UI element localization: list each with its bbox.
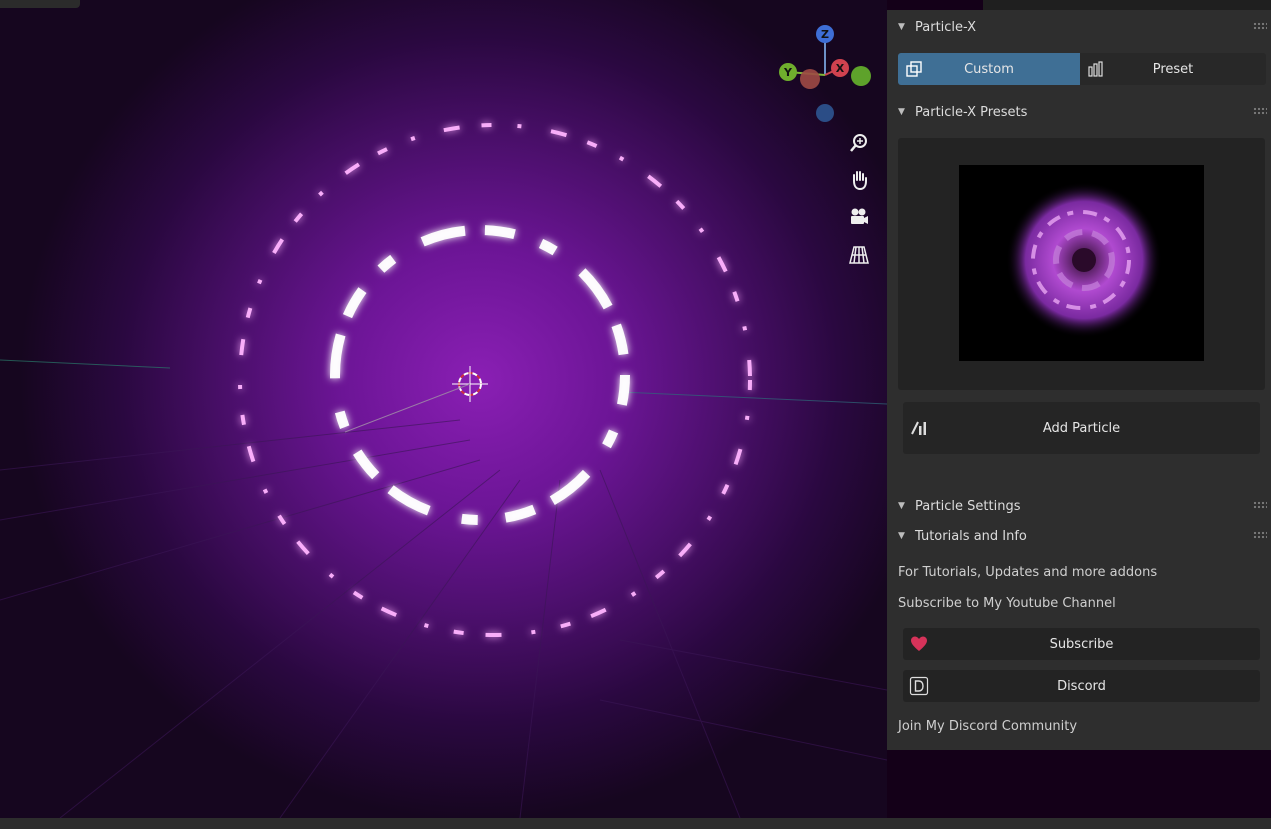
tab-preset[interactable]: Preset xyxy=(1080,53,1266,85)
inner-particle-ring xyxy=(330,225,630,525)
viewport-header-left xyxy=(0,0,80,8)
panel-header-tutorials[interactable]: ▼ Tutorials and Info xyxy=(887,522,1271,550)
gizmo-y-label: Y xyxy=(783,66,793,79)
subscribe-button[interactable]: Subscribe xyxy=(903,628,1260,660)
custom-icon xyxy=(904,59,924,79)
zoom-tool-button[interactable] xyxy=(846,130,872,156)
viewport-header-right xyxy=(983,0,1271,10)
navigation-gizmo[interactable]: Z Y X xyxy=(770,20,880,130)
tab-preset-label: Preset xyxy=(1152,61,1194,77)
viewport-scene xyxy=(0,123,887,818)
heart-icon xyxy=(909,634,929,654)
camera-view-button[interactable] xyxy=(846,204,872,230)
gizmo-z-label: Z xyxy=(821,28,829,41)
tab-custom-label: Custom xyxy=(964,61,1014,77)
panel-title: Particle-X xyxy=(915,19,976,35)
panel-header-particle-settings[interactable]: ▼ Particle Settings xyxy=(887,492,1271,520)
tutorials-info-text: For Tutorials, Updates and more addons xyxy=(898,565,1158,580)
panel-title: Tutorials and Info xyxy=(915,528,1027,544)
collapse-arrow-icon: ▼ xyxy=(898,531,905,541)
hand-icon xyxy=(853,171,867,191)
drag-grip-icon[interactable] xyxy=(1253,501,1267,509)
preset-thumbnail xyxy=(959,165,1204,361)
x-axis-line xyxy=(619,391,887,405)
preset-preview-frame[interactable] xyxy=(898,138,1265,390)
discord-button[interactable]: Discord xyxy=(903,670,1260,702)
gizmo-x-label: X xyxy=(836,62,845,75)
drag-grip-icon[interactable] xyxy=(1253,531,1267,539)
drag-grip-icon[interactable] xyxy=(1253,22,1267,30)
3d-cursor xyxy=(344,366,488,433)
n-panel-sidebar: ▼ Particle-X Custom Preset ▼ Particle-X … xyxy=(887,10,1271,750)
y-axis-line xyxy=(0,359,171,369)
pan-tool-button[interactable] xyxy=(846,167,872,193)
subscribe-info-text: Subscribe to My Youtube Channel xyxy=(898,596,1116,611)
panel-header-particle-x[interactable]: ▼ Particle-X xyxy=(887,13,1271,41)
preset-icon xyxy=(1086,59,1106,79)
collapse-arrow-icon: ▼ xyxy=(898,22,905,32)
discord-icon xyxy=(909,676,929,696)
tab-custom[interactable]: Custom xyxy=(898,53,1080,85)
3d-viewport[interactable]: Z Y X xyxy=(0,0,887,818)
add-particle-button[interactable]: Add Particle xyxy=(903,402,1260,454)
discord-label: Discord xyxy=(1057,678,1106,694)
panel-header-presets[interactable]: ▼ Particle-X Presets xyxy=(887,98,1271,126)
panel-title: Particle Settings xyxy=(915,498,1021,514)
add-particle-label: Add Particle xyxy=(1042,420,1121,436)
discord-community-text: Join My Discord Community xyxy=(898,719,1078,734)
zoom-icon xyxy=(850,134,867,152)
perspective-toggle-button[interactable] xyxy=(846,242,872,268)
collapse-arrow-icon: ▼ xyxy=(898,107,905,117)
collapse-arrow-icon: ▼ xyxy=(898,501,905,511)
add-particle-icon xyxy=(909,418,929,438)
outer-particle-ring xyxy=(238,123,752,637)
panel-title: Particle-X Presets xyxy=(915,104,1028,120)
floor-grid xyxy=(0,419,887,818)
grid-perspective-icon xyxy=(849,246,869,264)
drag-grip-icon[interactable] xyxy=(1253,107,1267,115)
camera-icon xyxy=(851,208,868,224)
subscribe-label: Subscribe xyxy=(1049,636,1114,652)
status-bar xyxy=(0,818,1271,829)
